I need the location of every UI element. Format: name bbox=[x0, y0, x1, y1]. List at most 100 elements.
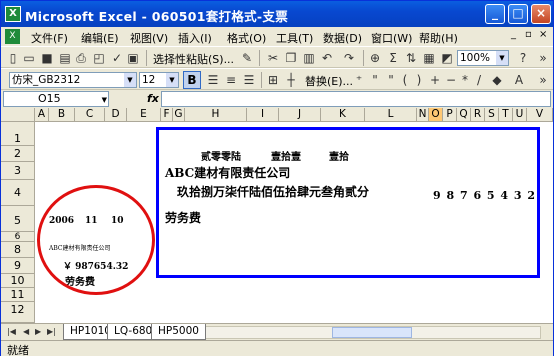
doc-close-button[interactable]: × bbox=[539, 29, 547, 40]
column-header[interactable]: P bbox=[443, 108, 457, 122]
column-header[interactable]: F bbox=[161, 108, 173, 122]
redo-icon[interactable]: ↷ bbox=[341, 50, 357, 66]
formula-input[interactable] bbox=[161, 91, 551, 107]
column-header[interactable]: S bbox=[485, 108, 499, 122]
paste-special-button[interactable]: 选择性粘贴(S)... bbox=[153, 51, 234, 67]
chevron-down-icon[interactable]: ▼ bbox=[496, 51, 508, 65]
align-left-icon[interactable]: ☰ bbox=[205, 72, 221, 88]
chart-wizard-icon[interactable]: ▦ bbox=[421, 50, 437, 66]
row-header[interactable]: 11 bbox=[1, 288, 35, 302]
doc-restore-button[interactable]: ▫ bbox=[525, 29, 532, 40]
paste-icon[interactable]: ▥ bbox=[301, 50, 317, 66]
menu-edit[interactable]: 编辑(E) bbox=[81, 30, 119, 46]
merge-center-icon[interactable]: ⊞ bbox=[265, 72, 281, 88]
increase-decimal-icon[interactable]: ⁺ bbox=[351, 72, 367, 88]
minimize-button[interactable]: _ bbox=[485, 4, 505, 24]
doc-minimize-button[interactable]: _ bbox=[511, 29, 516, 40]
column-header[interactable]: N bbox=[417, 108, 429, 122]
row-header[interactable]: 12 bbox=[1, 302, 35, 323]
select-all-corner[interactable] bbox=[1, 108, 35, 122]
column-header[interactable]: L bbox=[365, 108, 417, 122]
scrollbar-thumb[interactable] bbox=[332, 327, 412, 338]
menu-data[interactable]: 数据(D) bbox=[323, 30, 362, 46]
toolbar-options-icon[interactable]: » bbox=[535, 50, 551, 66]
horizontal-scrollbar[interactable] bbox=[201, 326, 541, 339]
column-header[interactable]: E bbox=[127, 108, 161, 122]
next-sheet-icon[interactable]: ▶ bbox=[35, 327, 41, 336]
bold-button[interactable]: B bbox=[183, 71, 201, 89]
align-right-icon[interactable]: ☰ bbox=[241, 72, 257, 88]
chevron-down-icon[interactable]: ▼ bbox=[124, 73, 136, 87]
menu-view[interactable]: 视图(V) bbox=[130, 30, 168, 46]
replace-button[interactable]: 替换(E)... bbox=[305, 73, 353, 89]
chevron-down-icon[interactable]: ▼ bbox=[166, 73, 178, 87]
last-sheet-icon[interactable]: ▶| bbox=[47, 327, 56, 336]
column-header[interactable]: C bbox=[75, 108, 105, 122]
font-color-icon[interactable]: A bbox=[511, 72, 527, 88]
print-preview-icon[interactable]: ◰ bbox=[91, 50, 107, 66]
row-header[interactable]: 2 bbox=[1, 146, 35, 162]
close-button[interactable]: × bbox=[531, 4, 551, 24]
worksheet-grid[interactable]: A B C D E F G H I J K L N O P Q R S T U … bbox=[1, 108, 553, 323]
column-header[interactable]: I bbox=[247, 108, 279, 122]
insert-function-icon[interactable]: fx bbox=[147, 92, 159, 105]
row-header[interactable]: 9 bbox=[1, 258, 35, 274]
row-header[interactable]: 10 bbox=[1, 274, 35, 288]
row-header[interactable]: 5 bbox=[1, 206, 35, 232]
menu-tools[interactable]: 工具(T) bbox=[276, 30, 313, 46]
toolbar-options-icon[interactable]: » bbox=[535, 72, 551, 88]
insert-icon[interactable]: ┼ bbox=[283, 72, 299, 88]
workbook-icon[interactable]: X bbox=[5, 29, 20, 44]
copy-icon[interactable]: ❐ bbox=[283, 50, 299, 66]
new-icon[interactable]: ▯ bbox=[5, 50, 21, 66]
permission-icon[interactable]: ▤ bbox=[57, 50, 73, 66]
hyperlink-icon[interactable]: ⊕ bbox=[367, 50, 383, 66]
undo-icon[interactable]: ↶ bbox=[319, 50, 335, 66]
sort-icon[interactable]: ⇅ bbox=[403, 50, 419, 66]
row-header[interactable]: 6 bbox=[1, 232, 35, 242]
zoom-select[interactable]: 100% ▼ bbox=[457, 50, 509, 66]
menu-file[interactable]: 文件(F) bbox=[31, 30, 68, 46]
bracket-close-icon[interactable]: ) bbox=[411, 72, 427, 88]
cut-icon[interactable]: ✂ bbox=[265, 50, 281, 66]
align-center-icon[interactable]: ≡ bbox=[223, 72, 239, 88]
first-sheet-icon[interactable]: |◀ bbox=[7, 327, 16, 336]
print-icon[interactable]: ⎙ bbox=[73, 50, 89, 66]
chevron-down-icon[interactable]: ▼ bbox=[102, 93, 107, 107]
column-header[interactable]: U bbox=[513, 108, 527, 122]
column-header[interactable]: R bbox=[471, 108, 485, 122]
column-header[interactable]: D bbox=[105, 108, 127, 122]
column-header[interactable]: J bbox=[279, 108, 321, 122]
row-header[interactable]: 1 bbox=[1, 122, 35, 146]
column-header[interactable]: V bbox=[527, 108, 553, 122]
column-header[interactable]: H bbox=[185, 108, 247, 122]
menu-format[interactable]: 格式(O) bbox=[227, 30, 266, 46]
column-header[interactable]: K bbox=[321, 108, 365, 122]
name-box[interactable]: O15 ▼ bbox=[3, 91, 109, 107]
spelling-icon[interactable]: ✓ bbox=[109, 50, 125, 66]
font-name-select[interactable]: 仿宋_GB2312 ▼ bbox=[9, 72, 137, 88]
column-header-selected[interactable]: O bbox=[429, 108, 443, 122]
quote-open-icon[interactable]: " bbox=[367, 72, 383, 88]
column-header[interactable]: Q bbox=[457, 108, 471, 122]
maximize-button[interactable]: □ bbox=[508, 4, 528, 24]
excel-app-icon[interactable]: X bbox=[5, 6, 21, 22]
divide-icon[interactable]: / bbox=[471, 72, 487, 88]
prev-sheet-icon[interactable]: ◀ bbox=[23, 327, 29, 336]
drawing-icon[interactable]: ◩ bbox=[439, 50, 455, 66]
help-icon[interactable]: ? bbox=[515, 50, 531, 66]
format-painter-icon[interactable]: ✎ bbox=[239, 50, 255, 66]
menu-window[interactable]: 窗口(W) bbox=[371, 30, 412, 46]
research-icon[interactable]: ▣ bbox=[125, 50, 141, 66]
row-header[interactable]: 8 bbox=[1, 242, 35, 258]
save-icon[interactable]: ■ bbox=[39, 50, 55, 66]
title-bar[interactable]: X Microsoft Excel - 060501套打格式-支票 _ □ × bbox=[1, 1, 553, 27]
open-icon[interactable]: ▭ bbox=[21, 50, 37, 66]
autosum-icon[interactable]: Σ bbox=[385, 50, 401, 66]
fill-color-icon[interactable]: ◆ bbox=[489, 72, 505, 88]
sheet-tab-hp5000[interactable]: HP5000 bbox=[151, 324, 206, 340]
row-header[interactable]: 3 bbox=[1, 162, 35, 180]
plus-icon[interactable]: + bbox=[427, 72, 443, 88]
column-header[interactable]: T bbox=[499, 108, 513, 122]
font-size-select[interactable]: 12 ▼ bbox=[139, 72, 179, 88]
